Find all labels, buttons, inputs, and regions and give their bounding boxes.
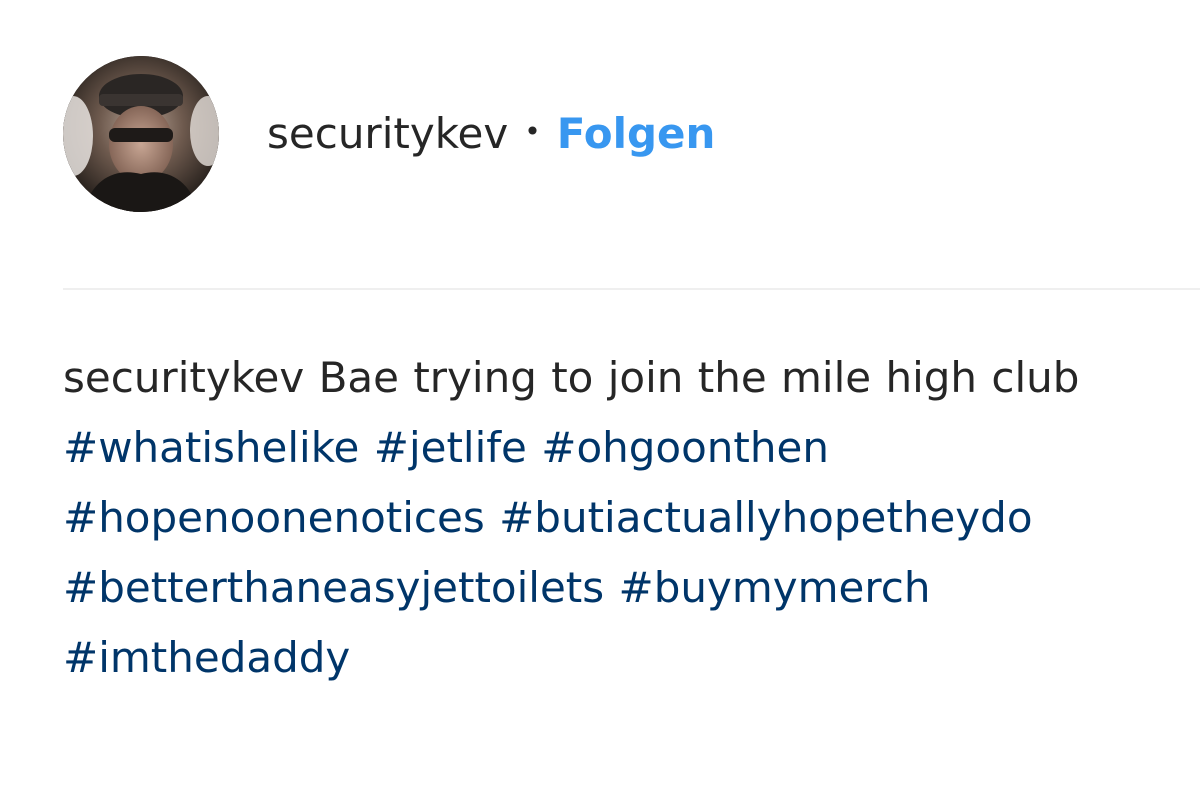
post-header: securitykev • Folgen <box>63 55 715 213</box>
separator-dot: • <box>524 115 541 148</box>
hashtag-link[interactable]: #imthedaddy <box>63 633 350 682</box>
avatar[interactable] <box>63 56 219 212</box>
divider <box>63 288 1200 290</box>
hashtag-link[interactable]: #butiactuallyhopetheydo <box>499 493 1032 542</box>
hashtag-link[interactable]: #ohgoonthen <box>541 423 829 472</box>
hashtag-link[interactable]: #betterthaneasyjettoilets <box>63 563 604 612</box>
hashtag-link[interactable]: #hopenoonenotices <box>63 493 485 542</box>
username-link[interactable]: securitykev <box>267 113 508 155</box>
post-header-meta: securitykev • Folgen <box>267 113 715 155</box>
caption-username-link[interactable]: securitykev <box>63 353 304 402</box>
hashtag-link[interactable]: #jetlife <box>374 423 527 472</box>
hashtag-link[interactable]: #buymymerch <box>619 563 931 612</box>
avatar-photo <box>63 56 219 212</box>
hashtag-link[interactable]: #whatishelike <box>63 423 359 472</box>
post-caption: securitykev Bae trying to join the mile … <box>63 343 1143 693</box>
follow-button[interactable]: Folgen <box>557 113 716 155</box>
caption-text: Bae trying to join the mile high club <box>318 353 1080 402</box>
